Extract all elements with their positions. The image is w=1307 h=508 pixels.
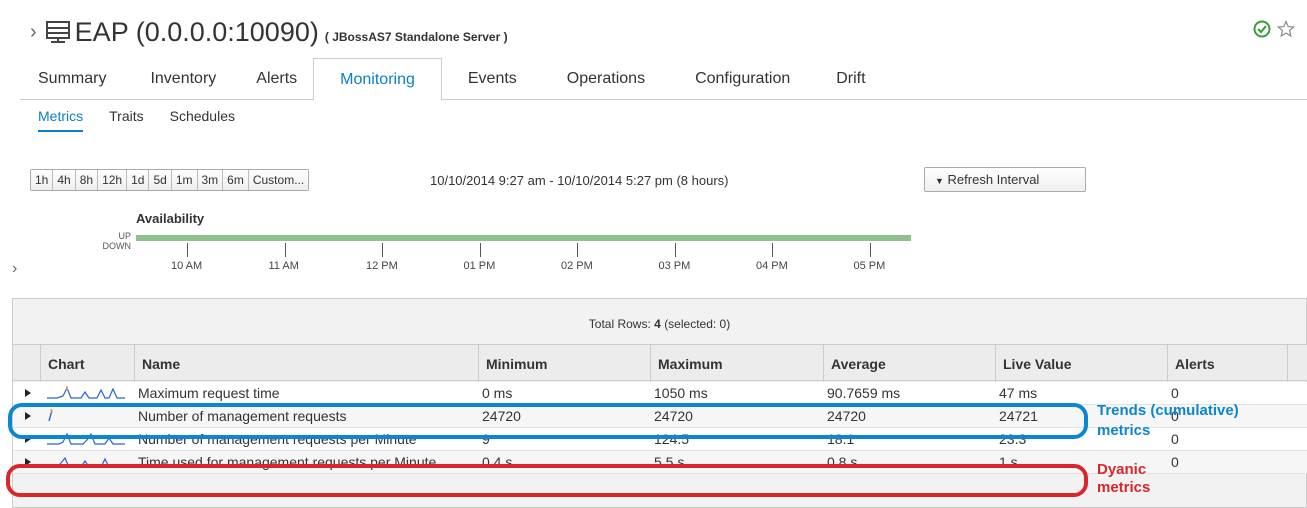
range-12h-button[interactable]: 12h: [98, 170, 128, 190]
range-8h-button[interactable]: 8h: [75, 170, 99, 190]
availability-tick-label: 11 AM: [268, 260, 299, 272]
chevron-right-icon[interactable]: ›: [12, 260, 17, 278]
availability-tick: [577, 243, 578, 257]
total-rows-label: Total Rows:: [588, 317, 651, 331]
metric-name: Maximum request time: [138, 385, 280, 401]
range-custom-button[interactable]: Custom...: [248, 170, 309, 190]
range-1h-button[interactable]: 1h: [31, 170, 54, 190]
availability-tick-label: 04 PM: [756, 260, 788, 272]
availability-tick-label: 12 PM: [366, 260, 398, 272]
availability-tick: [479, 243, 481, 257]
chevron-right-icon[interactable]: ›: [30, 21, 37, 44]
resource-type: ( JBossAS7 Standalone Server ): [324, 30, 508, 44]
metric-maximum: 1050 ms: [654, 385, 708, 401]
range-6m-button[interactable]: 6m: [223, 170, 249, 190]
time-range-buttons: 1h 4h 8h 12h 1d 5d 1m 3m 6m Custom...: [30, 169, 310, 191]
col-header-chart[interactable]: Chart: [48, 356, 85, 372]
metric-live-value: 47 ms: [999, 385, 1038, 401]
tab-alerts[interactable]: Alerts: [232, 58, 313, 100]
annotation-trends-label: Trends (cumulative) metrics: [1097, 401, 1239, 441]
header-icons: [1253, 20, 1295, 38]
tab-monitoring[interactable]: Monitoring: [313, 58, 442, 101]
availability-tick: [869, 243, 871, 257]
range-1m-button[interactable]: 1m: [171, 170, 198, 190]
annotation-blue-outline: [8, 403, 1088, 439]
availability-tick-label: 05 PM: [853, 260, 886, 272]
refresh-interval-button[interactable]: ▼ Refresh Interval: [924, 167, 1086, 192]
refresh-interval-label: Refresh Interval: [947, 172, 1040, 187]
annotation-dynamic-line1: Dyanic: [1097, 461, 1147, 478]
time-range-text: 10/10/2014 9:27 am - 10/10/2014 5:27 pm …: [430, 173, 729, 188]
metric-minimum: 0 ms: [482, 385, 513, 401]
expand-row-icon[interactable]: [25, 389, 31, 397]
availability-tick: [284, 243, 286, 257]
availability-tick: [187, 243, 188, 257]
range-5d-button[interactable]: 5d: [149, 170, 172, 190]
availability-bar[interactable]: [136, 235, 911, 241]
resource-header: › EAP (0.0.0.0:10090) ( JBossAS7 Standal…: [30, 12, 508, 52]
subtab-metrics[interactable]: Metrics: [38, 104, 84, 132]
total-rows-value: 4: [654, 317, 661, 331]
selected-count: (selected: 0): [664, 317, 731, 331]
annotation-trends-line2: metrics: [1097, 422, 1151, 439]
availability-tick: [772, 243, 773, 257]
metric-average: 90.7659 ms: [827, 385, 901, 401]
range-3m-button[interactable]: 3m: [197, 170, 224, 190]
main-tabs: Summary Inventory Alerts Monitoring Even…: [20, 58, 1307, 101]
resource-name: EAP (0.0.0.0:10090): [74, 16, 319, 47]
col-header-average[interactable]: Average: [831, 356, 886, 372]
tab-drift[interactable]: Drift: [806, 58, 881, 100]
availability-tick-label: 10 AM: [171, 260, 203, 272]
annotation-trends-line1: Trends (cumulative): [1097, 402, 1239, 419]
tab-inventory[interactable]: Inventory: [122, 58, 232, 100]
col-header-alerts[interactable]: Alerts: [1175, 356, 1215, 372]
total-rows-summary: Total Rows: 4 (selected: 0): [13, 317, 1306, 331]
metric-alerts: 0: [1171, 385, 1179, 401]
tab-events[interactable]: Events: [442, 58, 533, 100]
availability-tick-label: 03 PM: [658, 260, 691, 272]
annotation-dynamic-label: Dyanic metrics: [1097, 461, 1150, 497]
server-icon: [45, 21, 70, 43]
check-circle-icon: [1253, 20, 1271, 38]
tab-summary[interactable]: Summary: [20, 58, 122, 100]
availability-title: Availability: [136, 211, 205, 226]
star-icon[interactable]: [1277, 20, 1295, 38]
col-header-name[interactable]: Name: [142, 356, 180, 372]
range-1d-button[interactable]: 1d: [127, 170, 150, 190]
annotation-red-outline: [6, 464, 1088, 497]
col-header-live-value[interactable]: Live Value: [1003, 356, 1071, 372]
col-header-maximum[interactable]: Maximum: [658, 356, 723, 372]
availability-tick-label: 01 PM: [463, 260, 496, 272]
table-header: Chart Name Minimum Maximum Average Live …: [13, 344, 1307, 382]
subtab-schedules[interactable]: Schedules: [170, 104, 235, 134]
tab-operations[interactable]: Operations: [533, 58, 661, 100]
caret-down-icon: ▼: [935, 176, 944, 186]
availability-tick: [382, 243, 383, 257]
availability-down-label: DOWN: [102, 241, 132, 251]
tab-configuration[interactable]: Configuration: [661, 58, 806, 100]
subtab-traits[interactable]: Traits: [109, 104, 143, 134]
sub-tabs: Metrics Traits Schedules: [38, 104, 235, 134]
annotation-dynamic-line2: metrics: [1097, 479, 1151, 496]
availability-tick-label: 02 PM: [561, 260, 593, 272]
availability-tick: [674, 243, 676, 257]
metric-alerts: 0: [1171, 454, 1179, 470]
sparkline-chart[interactable]: [47, 384, 137, 400]
col-header-minimum[interactable]: Minimum: [486, 356, 547, 372]
availability-up-label: UP: [118, 231, 131, 241]
range-4h-button[interactable]: 4h: [53, 170, 76, 190]
